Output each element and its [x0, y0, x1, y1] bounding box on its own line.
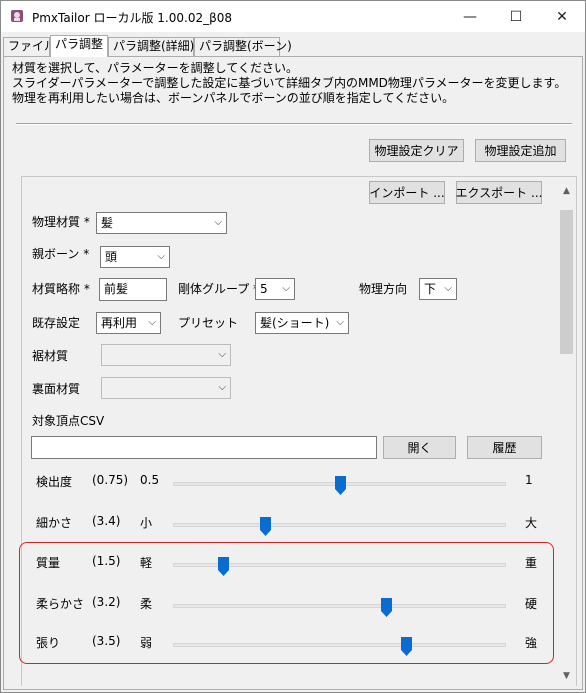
slider-max-label: 大 — [525, 516, 538, 530]
existing-label: 既存設定 — [32, 316, 81, 330]
title-bar[interactable]: PmxTailor ローカル版 1.00.02_β08 — ☐ ✕ — [1, 1, 585, 32]
tab-file[interactable]: ファイル — [3, 37, 56, 56]
window-title: PmxTailor ローカル版 1.00.02_β08 — [32, 11, 233, 25]
preset-select-value: 髪(ショート) — [260, 316, 330, 330]
slider-min-label: 0.5 — [140, 473, 160, 487]
separator — [16, 123, 572, 125]
description-line-3: 物理を再利用したい場合は、ボーンパネルでボーンの並び順を指定してください。 — [12, 91, 455, 105]
slider-min-label: 小 — [140, 516, 153, 530]
material-select[interactable]: 髪 ⌵ — [96, 212, 227, 234]
tab-param-adjust[interactable]: パラ調整 — [50, 35, 108, 57]
app-window: PmxTailor ローカル版 1.00.02_β08 — ☐ ✕ ファイル パ… — [0, 0, 586, 693]
import-button[interactable]: インポート ... — [369, 181, 445, 204]
back-material-label: 裏面材質 — [32, 382, 81, 396]
slider-value: (0.75) — [92, 473, 129, 487]
rigid-group-select[interactable]: 5 ⌵ — [255, 278, 295, 300]
clear-physics-button[interactable]: 物理設定クリア — [369, 139, 464, 162]
chevron-down-icon: ⌵ — [444, 283, 452, 294]
preset-select[interactable]: 髪(ショート) ⌵ — [255, 312, 349, 334]
slider-value: (3.4) — [92, 514, 121, 528]
add-physics-button[interactable]: 物理設定追加 — [475, 139, 566, 162]
export-button[interactable]: エクスポート ... — [456, 181, 542, 204]
description-line-2: スライダーパラメーターで調整した設定に基づいて詳細タブ内のMMD物理パラメーター… — [12, 76, 567, 90]
chevron-down-icon: ⌵ — [157, 251, 165, 262]
direction-select[interactable]: 下 ⌵ — [419, 278, 457, 300]
slider-thumb[interactable] — [335, 476, 346, 495]
abbrev-label: 材質略称 * — [32, 282, 90, 296]
csv-path-input[interactable] — [31, 436, 377, 459]
highlight-box — [19, 542, 554, 664]
description-line-1: 材質を選択して、パラメーターを調整してください。 — [12, 61, 298, 75]
slider-label: 検出度 — [36, 475, 73, 489]
history-button[interactable]: 履歴 — [467, 436, 542, 459]
parent-bone-label: 親ボーン * — [32, 247, 90, 261]
tab-param-bone[interactable]: パラ調整(ボーン) — [194, 37, 292, 56]
scroll-up-icon[interactable]: ▲ — [558, 182, 575, 199]
abbrev-input[interactable]: 前髪 — [99, 278, 167, 301]
app-icon — [11, 10, 23, 22]
chevron-down-icon: ⌵ — [214, 217, 222, 228]
preset-label: プリセット — [178, 316, 239, 330]
direction-select-value: 下 — [424, 282, 437, 296]
existing-select-value: 再利用 — [101, 316, 138, 330]
minimize-button[interactable]: — — [447, 1, 493, 32]
rigid-group-label: 剛体グループ * — [178, 282, 260, 296]
existing-select[interactable]: 再利用 ⌵ — [96, 312, 161, 334]
slider-label: 細かさ — [36, 516, 73, 530]
slider-max-label: 1 — [525, 473, 533, 487]
scroll-down-icon[interactable]: ▼ — [558, 667, 575, 684]
direction-label: 物理方向 — [359, 282, 408, 296]
vertical-scrollbar[interactable]: ▲ ▼ — [558, 182, 575, 684]
parent-bone-select[interactable]: 頭 ⌵ — [100, 246, 170, 268]
close-button[interactable]: ✕ — [539, 1, 585, 32]
material-label: 物理材質 * — [32, 215, 90, 229]
open-button[interactable]: 開く — [383, 436, 456, 459]
tab-param-detail[interactable]: パラ調整(詳細) — [108, 37, 194, 56]
chevron-down-icon: ⌵ — [218, 349, 226, 360]
material-select-value: 髪 — [101, 216, 114, 230]
scrollbar-thumb[interactable] — [560, 210, 573, 354]
csv-label: 対象頂点CSV — [32, 414, 105, 428]
chevron-down-icon: ⌵ — [148, 317, 156, 328]
slider-thumb[interactable] — [260, 517, 271, 536]
chevron-down-icon: ⌵ — [282, 283, 290, 294]
parent-bone-select-value: 頭 — [105, 250, 118, 264]
maximize-button[interactable]: ☐ — [493, 1, 539, 32]
hem-material-select[interactable]: ⌵ — [101, 344, 231, 366]
description: 材質を選択して、パラメーターを調整してください。 スライダーパラメーターで調整し… — [12, 61, 566, 106]
back-material-select[interactable]: ⌵ — [101, 377, 231, 399]
chevron-down-icon: ⌵ — [218, 382, 226, 393]
rigid-group-select-value: 5 — [260, 282, 268, 296]
chevron-down-icon: ⌵ — [336, 317, 344, 328]
slider-track[interactable] — [173, 523, 506, 527]
hem-material-label: 裾材質 — [32, 349, 69, 363]
